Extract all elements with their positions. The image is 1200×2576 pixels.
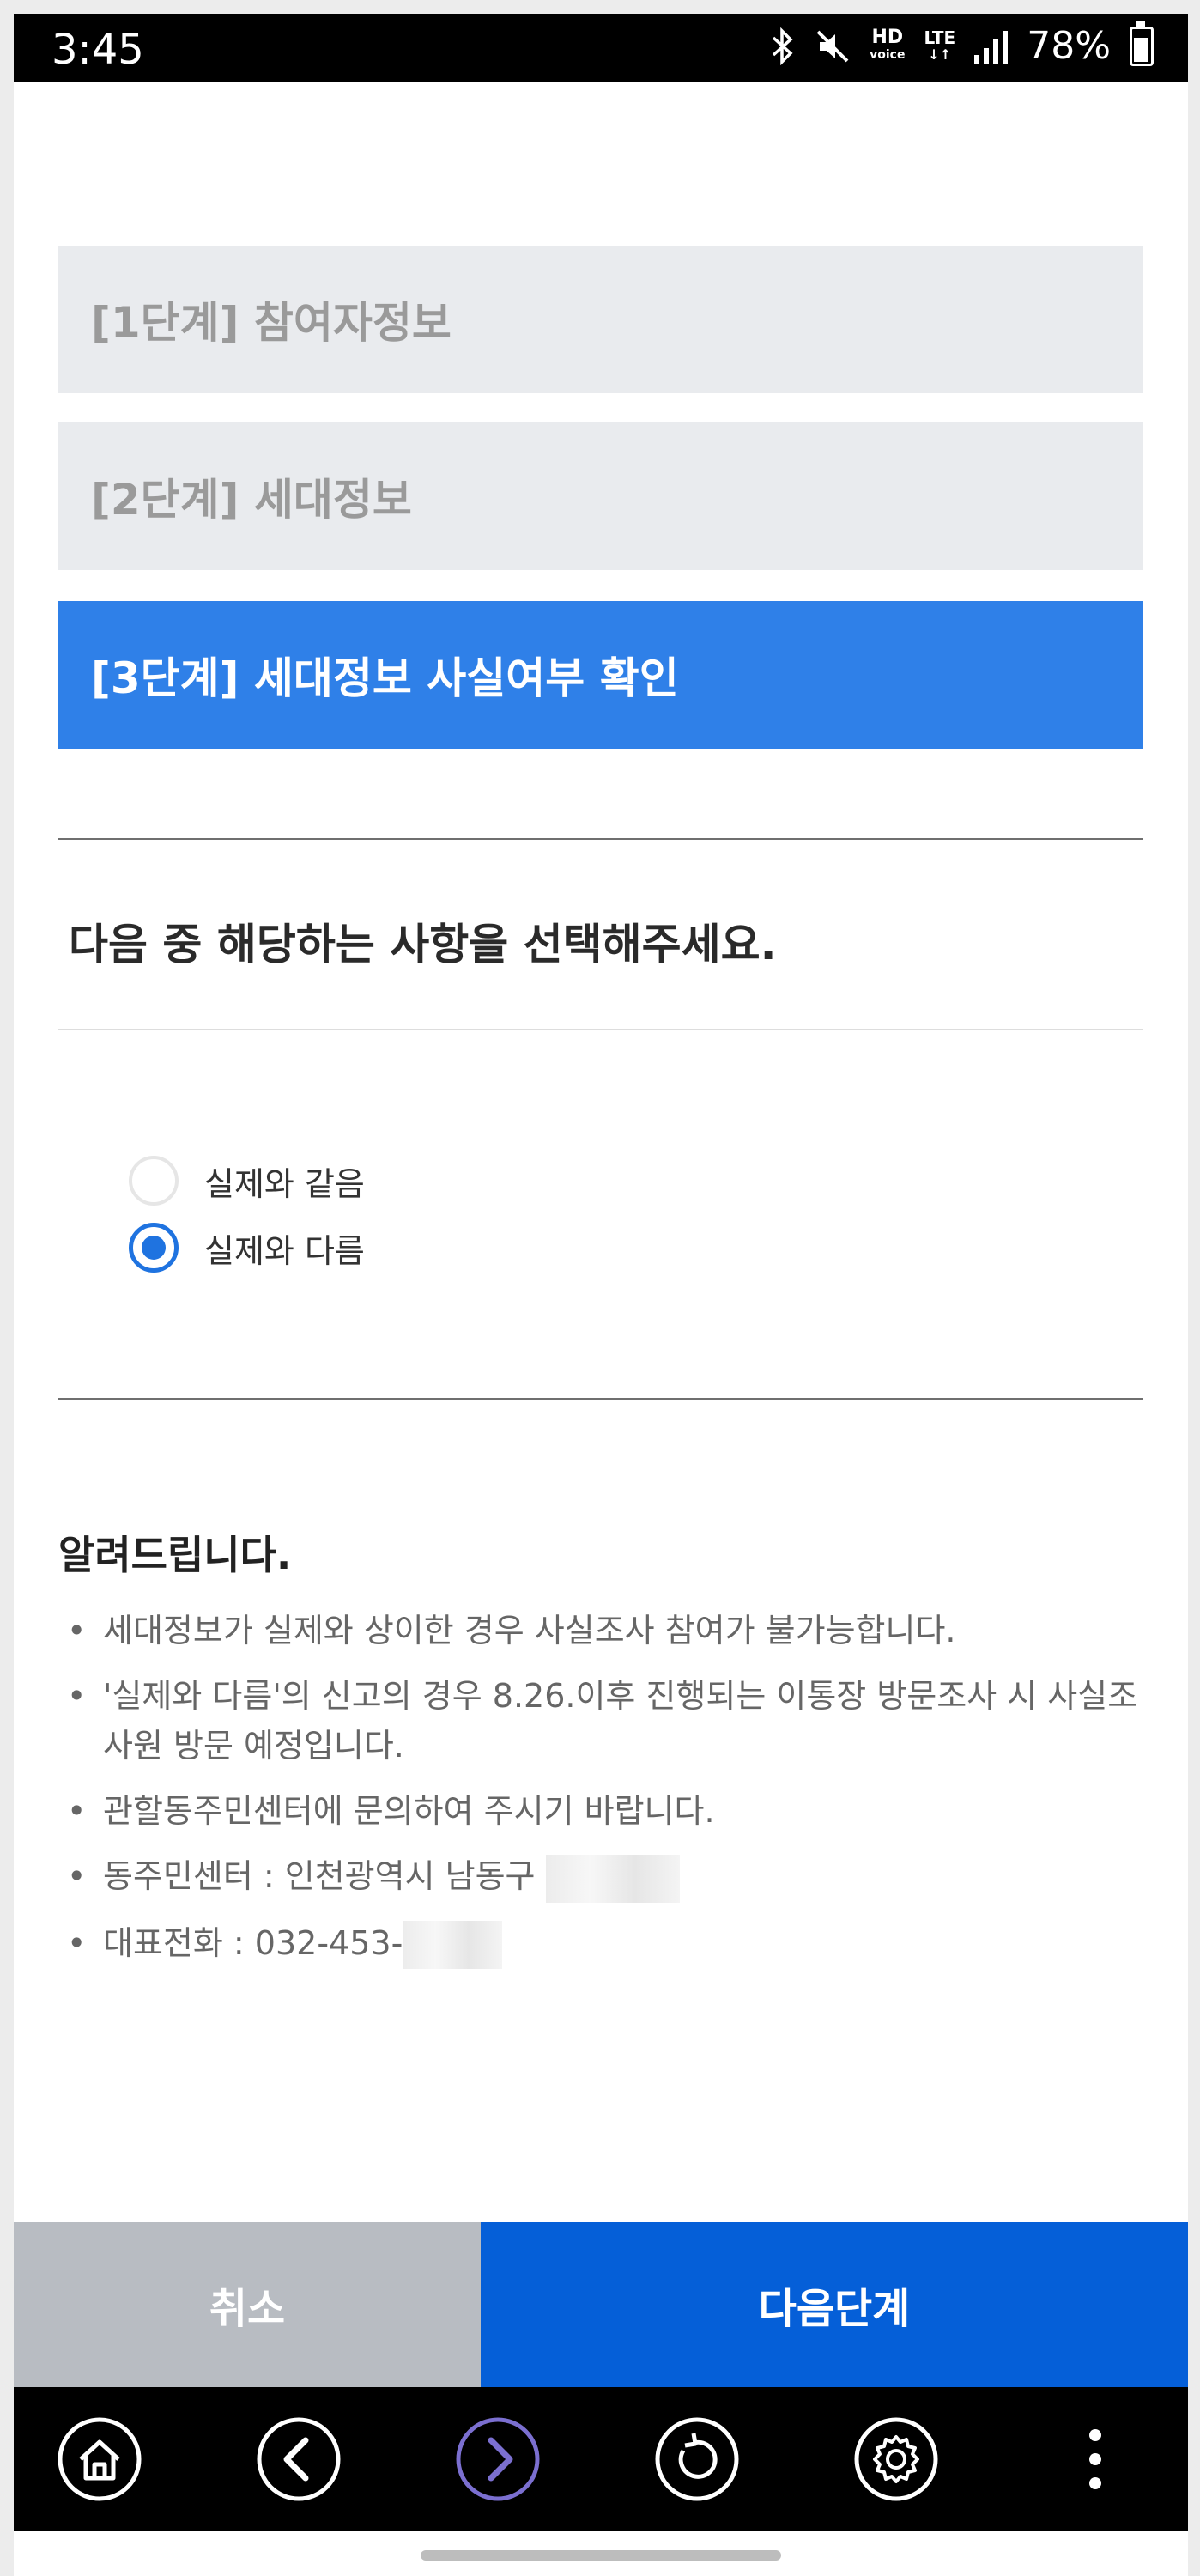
option-same-label[interactable]: 실제와 같음 [204, 1157, 365, 1205]
mute-icon [816, 30, 849, 62]
battery-icon [1130, 21, 1154, 66]
divider [58, 838, 1143, 840]
notice-text: 세대정보가 실제와 상이한 경우 사실조사 참여가 불가능합니다. [103, 1612, 956, 1649]
option-same[interactable]: 실제와 같음 [129, 1156, 365, 1206]
cancel-button[interactable]: 취소 [14, 2222, 481, 2387]
option-different-label[interactable]: 실제와 다름 [204, 1224, 365, 1272]
battery-percent: 78% [1027, 24, 1111, 68]
frame-top [0, 0, 1200, 14]
notice-text: 관할동주민센터에 문의하여 주시기 바랍니다. [103, 1792, 715, 1830]
status-bar: 3:45 HD voice LTE ↓↑ 78% [14, 14, 1188, 82]
step-3[interactable]: [3단계] 세대정보 사실여부 확인 [58, 601, 1143, 749]
radio-same[interactable] [129, 1156, 179, 1206]
home-indicator [421, 2550, 781, 2561]
divider [58, 1398, 1143, 1400]
frame-right [1188, 0, 1200, 2576]
redacted-phone [403, 1921, 503, 1969]
back-icon[interactable] [256, 2416, 342, 2502]
option-different[interactable]: 실제와 다름 [129, 1223, 365, 1273]
notice-item: 동주민센터 : 인천광역시 남동구 [58, 1851, 1148, 1903]
lte-label: LTE [924, 27, 956, 48]
bluetooth-icon [772, 27, 793, 65]
notice-item: 세대정보가 실제와 상이한 경우 사실조사 참여가 불가능합니다. [58, 1606, 1148, 1656]
lte-icon: LTE ↓↑ [924, 29, 955, 64]
lte-arrows: ↓↑ [928, 46, 952, 63]
notice-text: 대표전화 : 032-453- [103, 1923, 403, 1962]
refresh-icon[interactable] [654, 2416, 740, 2502]
settings-icon[interactable] [853, 2416, 939, 2502]
next-step-button[interactable]: 다음단계 [481, 2222, 1188, 2387]
question-title: 다음 중 해당하는 사항을 선택해주세요. [69, 920, 777, 969]
notice-item: '실제와 다름'의 신고의 경우 8.26.이후 진행되는 이통장 방문조사 시… [58, 1671, 1148, 1771]
notice-item: 관할동주민센터에 문의하여 주시기 바랍니다. [58, 1786, 1148, 1836]
radio-different[interactable] [129, 1223, 179, 1273]
forward-icon[interactable] [455, 2416, 541, 2502]
more-icon[interactable] [1052, 2416, 1138, 2502]
hd-voice-icon: HD voice [870, 26, 906, 64]
notice-title: 알려드립니다. [58, 1532, 292, 1578]
notice-text: 동주민센터 : 인천광역시 남동구 [103, 1857, 536, 1895]
signal-icon [974, 29, 1009, 64]
notice-item: 대표전화 : 032-453- [58, 1918, 1148, 1969]
home-icon[interactable] [57, 2416, 142, 2502]
redacted-address [545, 1854, 680, 1903]
hd-label: HD [871, 26, 904, 48]
notice-list: 세대정보가 실제와 상이한 경우 사실조사 참여가 불가능합니다. '실제와 다… [58, 1606, 1148, 1984]
voice-label: voice [870, 47, 906, 62]
status-icons: HD voice LTE ↓↑ 78% [770, 21, 1154, 68]
status-time: 3:45 [52, 26, 144, 74]
step-1[interactable]: [1단계] 참여자정보 [58, 246, 1143, 393]
frame-left [0, 0, 14, 2576]
browser-nav-bar [14, 2387, 1188, 2531]
divider [58, 1029, 1143, 1030]
step-2[interactable]: [2단계] 세대정보 [58, 422, 1143, 570]
notice-text: '실제와 다름'의 신고의 경우 8.26.이후 진행되는 이통장 방문조사 시… [103, 1677, 1138, 1765]
